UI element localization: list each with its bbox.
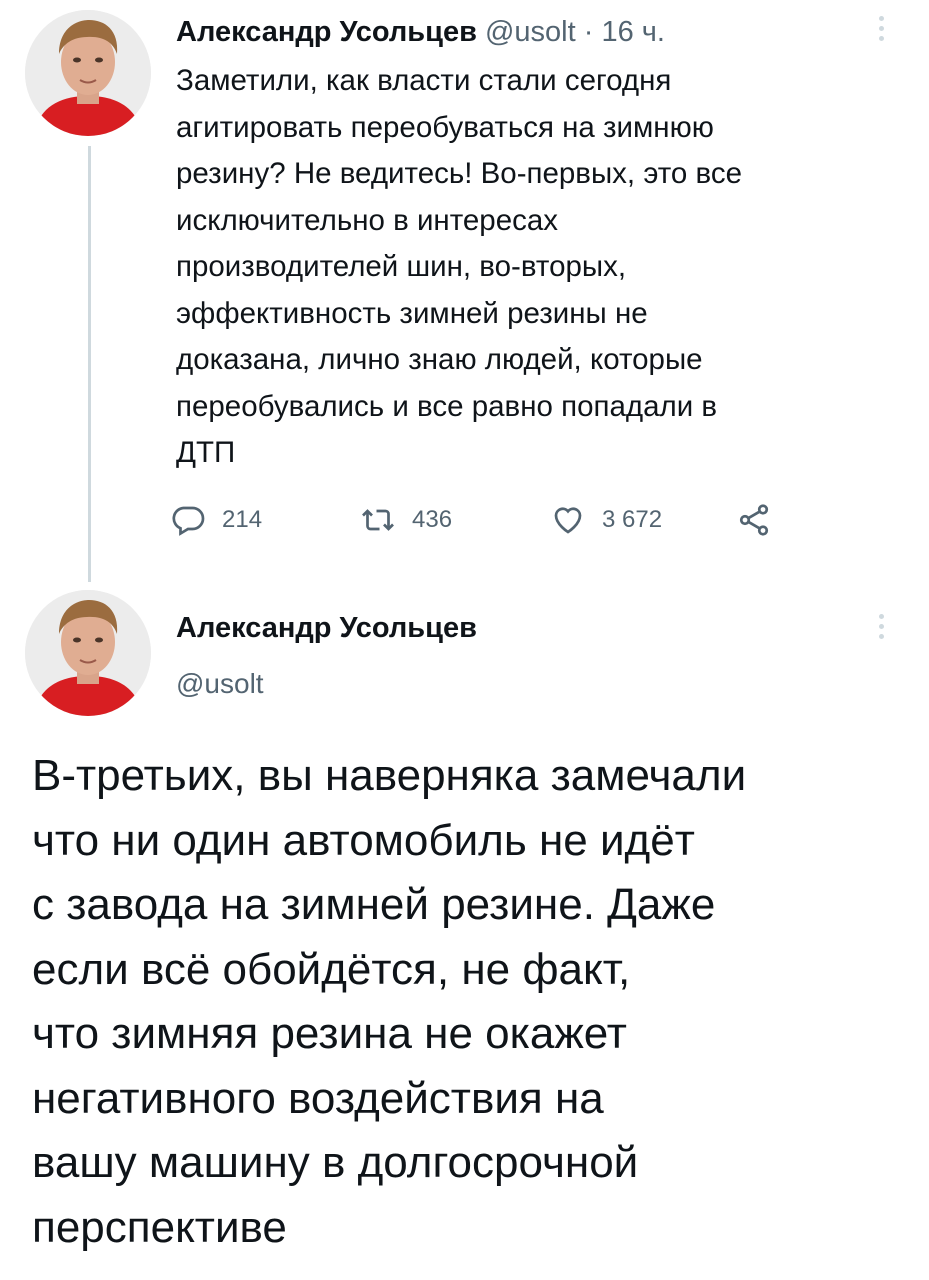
more-icon[interactable] xyxy=(878,614,884,639)
author-name[interactable]: Александр Усольцев xyxy=(176,610,477,646)
avatar[interactable] xyxy=(25,10,151,136)
like-button[interactable]: 3 672 xyxy=(550,500,662,540)
share-icon xyxy=(739,504,769,536)
retweet-icon xyxy=(362,509,394,531)
tweet1-actions: 214 436 3 672 xyxy=(170,500,790,540)
retweet-count: 436 xyxy=(412,506,453,533)
more-icon[interactable] xyxy=(878,16,884,41)
share-button[interactable] xyxy=(736,500,772,540)
retweet-button[interactable]: 436 xyxy=(360,500,452,540)
author-name[interactable]: Александр Усольцев xyxy=(176,16,477,48)
like-count: 3 672 xyxy=(602,506,663,533)
handle-and-time[interactable]: @usolt · 16 ч. xyxy=(485,16,665,48)
thread-line xyxy=(88,146,91,582)
reply-button[interactable]: 214 xyxy=(170,500,262,540)
reply-count: 214 xyxy=(222,506,263,533)
tweet1-text: Заметили, как власти стали сегодня агити… xyxy=(176,64,743,469)
author-handle[interactable]: @usolt xyxy=(176,666,264,702)
tweet2-text: В-третьих, вы наверняка замечали что ни … xyxy=(32,751,747,1252)
reply-icon xyxy=(172,506,205,536)
avatar[interactable] xyxy=(25,590,151,716)
like-icon xyxy=(554,507,582,534)
tweet1-header: Александр Усольцев @usolt · 16 ч. xyxy=(176,14,665,50)
